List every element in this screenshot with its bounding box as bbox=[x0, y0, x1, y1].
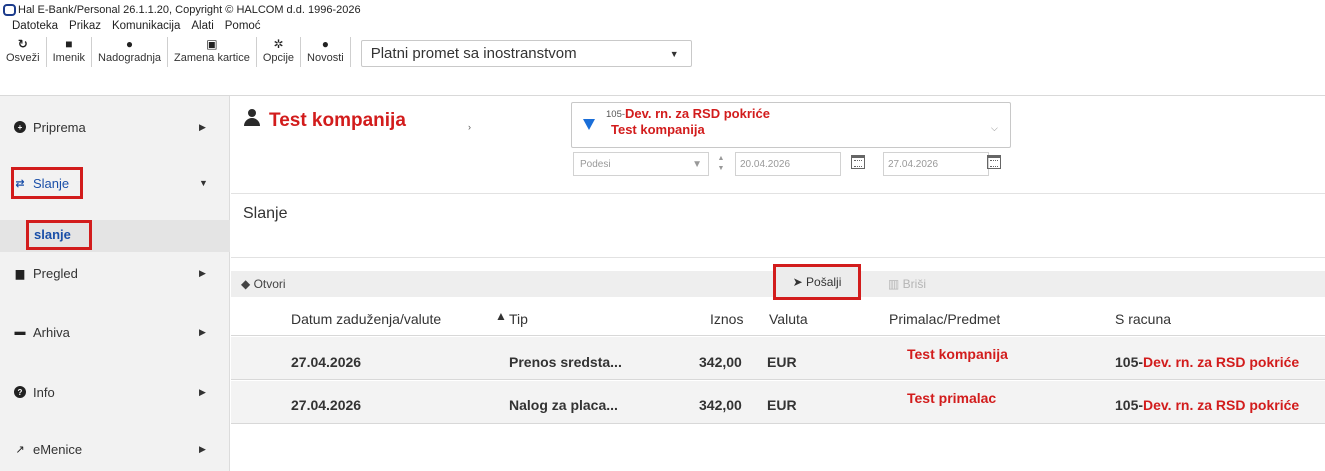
spinner-control[interactable]: ▲ ▼ bbox=[715, 154, 727, 176]
calendar-icon[interactable] bbox=[987, 155, 1001, 169]
send-button[interactable]: ➤ Pošalji bbox=[773, 264, 861, 300]
open-button[interactable]: ◆ Otvori bbox=[241, 277, 286, 291]
refresh-button[interactable]: ↻ Osveži bbox=[0, 37, 47, 67]
filter-icon bbox=[583, 119, 595, 130]
chevron-right-icon: ▶ bbox=[199, 121, 206, 132]
period-select[interactable]: Podesi ▼ bbox=[573, 152, 709, 176]
date-to-input[interactable]: 27.04.2026 bbox=[883, 152, 989, 176]
col-account[interactable]: S racuna bbox=[1115, 311, 1171, 327]
sidebar-item-arhiva[interactable]: ▬ Arhiva ▶ bbox=[0, 319, 230, 345]
delete-button[interactable]: ▥ Briši bbox=[888, 277, 926, 291]
address-book-button[interactable]: ■ Imenik bbox=[47, 37, 93, 67]
upgrade-button[interactable]: ● Nadogradnja bbox=[92, 37, 169, 67]
chevron-down-icon: ▼ bbox=[692, 158, 702, 170]
sidebar-item-emenice[interactable]: ↗ eMenice ▶ bbox=[0, 436, 230, 462]
circle-plus-icon: + bbox=[14, 121, 26, 133]
app-logo-icon bbox=[3, 4, 16, 16]
section-title: Slanje bbox=[243, 205, 288, 222]
news-button[interactable]: ● Novosti bbox=[301, 37, 351, 67]
col-type[interactable]: Tip bbox=[509, 311, 528, 327]
card-swap-button[interactable]: ▣ Zamena kartice bbox=[168, 37, 257, 67]
table-header: Datum zaduženja/valute ▲ Tip Iznos Valut… bbox=[231, 304, 1325, 336]
gear-icon: ✲ bbox=[273, 37, 284, 51]
table-row[interactable]: 27.04.2026 Prenos sredsta... 342,00 EUR … bbox=[231, 337, 1325, 380]
menu-prikaz[interactable]: Prikaz bbox=[69, 20, 101, 36]
window-title: Hal E-Bank/Personal 26.1.1.20, Copyright… bbox=[18, 4, 361, 16]
account-company: Test kompanija bbox=[611, 122, 705, 137]
chevron-right-icon[interactable]: › bbox=[468, 122, 471, 132]
chevron-right-icon: ▶ bbox=[199, 386, 206, 397]
sidebar-item-slanje[interactable]: ⇄ Slanje ▼ bbox=[0, 167, 230, 199]
chevron-right-icon: ▶ bbox=[199, 267, 206, 278]
open-icon: ◆ bbox=[241, 277, 254, 291]
chevron-down-icon: ▼ bbox=[669, 48, 679, 59]
calendar-icon[interactable] bbox=[851, 155, 865, 169]
col-recipient[interactable]: Primalac/Predmet bbox=[889, 311, 1000, 327]
sidebar-item-pregled[interactable]: ▆ Pregled ▶ bbox=[0, 260, 230, 286]
trash-icon: ▥ bbox=[888, 277, 903, 291]
external-link-icon: ↗ bbox=[15, 443, 25, 456]
module-select-value: Platni promet sa inostranstvom bbox=[370, 45, 577, 62]
user-icon bbox=[243, 109, 261, 127]
col-amount[interactable]: Iznos bbox=[710, 311, 743, 327]
upgrade-icon: ● bbox=[125, 37, 134, 51]
highlight-box bbox=[11, 167, 83, 199]
chevron-down-icon: ▼ bbox=[199, 178, 208, 188]
action-bar: ◆ Otvori ➤ Pošalji ▥ Briši bbox=[231, 264, 1325, 300]
title-bar: Hal E-Bank/Personal 26.1.1.20, Copyright… bbox=[0, 0, 1325, 20]
chevron-right-icon: ▶ bbox=[199, 326, 206, 337]
divider bbox=[231, 193, 1325, 194]
main-content: Test kompanija › 105- Dev. rn. za RSD po… bbox=[231, 96, 1325, 471]
options-button[interactable]: ✲ Opcije bbox=[257, 37, 302, 67]
menu-komunikacija[interactable]: Komunikacija bbox=[112, 20, 180, 36]
divider bbox=[231, 257, 1325, 258]
card-icon: ▣ bbox=[206, 37, 218, 51]
address-book-icon: ■ bbox=[65, 37, 73, 51]
chevron-right-icon: ▶ bbox=[199, 443, 206, 454]
info-icon: ● bbox=[321, 37, 329, 51]
briefcase-icon: ▆ bbox=[15, 267, 25, 280]
col-currency[interactable]: Valuta bbox=[769, 311, 808, 327]
archive-icon: ▬ bbox=[14, 326, 26, 338]
menu-pomoc[interactable]: Pomoć bbox=[225, 20, 261, 36]
col-date[interactable]: Datum zaduženja/valute bbox=[291, 311, 441, 327]
company-name: Test kompanija bbox=[269, 110, 406, 131]
sidebar: + Priprema ▶ ⇄ Slanje ▼ slanje ▆ Pregled… bbox=[0, 96, 230, 471]
menu-bar: Datoteka Prikaz Komunikacija Alati Pomoć bbox=[0, 20, 261, 36]
sidebar-subitem-slanje[interactable]: slanje bbox=[0, 220, 230, 252]
menu-datoteka[interactable]: Datoteka bbox=[12, 20, 58, 36]
menu-alati[interactable]: Alati bbox=[191, 20, 213, 36]
question-icon: ? bbox=[14, 386, 26, 398]
chevron-down-icon: ⌵ bbox=[991, 123, 998, 133]
refresh-icon: ↻ bbox=[17, 37, 28, 51]
sidebar-item-priprema[interactable]: + Priprema ▶ bbox=[0, 114, 230, 140]
module-select[interactable]: Platni promet sa inostranstvom ▼ bbox=[360, 40, 692, 67]
send-icon: ➤ bbox=[792, 275, 807, 289]
table-row[interactable]: 27.04.2026 Nalog za placa... 342,00 EUR … bbox=[231, 381, 1325, 424]
date-from-input[interactable]: 20.04.2026 bbox=[735, 152, 841, 176]
sort-up-icon[interactable]: ▲ bbox=[495, 309, 507, 323]
account-select[interactable]: 105- Dev. rn. za RSD pokriće Test kompan… bbox=[571, 102, 1011, 148]
sidebar-item-info[interactable]: ? Info ▶ bbox=[0, 379, 230, 405]
toolbar: ↻ Osveži ■ Imenik ● Nadogradnja ▣ Zamena… bbox=[0, 36, 1325, 96]
account-name: Dev. rn. za RSD pokriće bbox=[625, 106, 770, 121]
